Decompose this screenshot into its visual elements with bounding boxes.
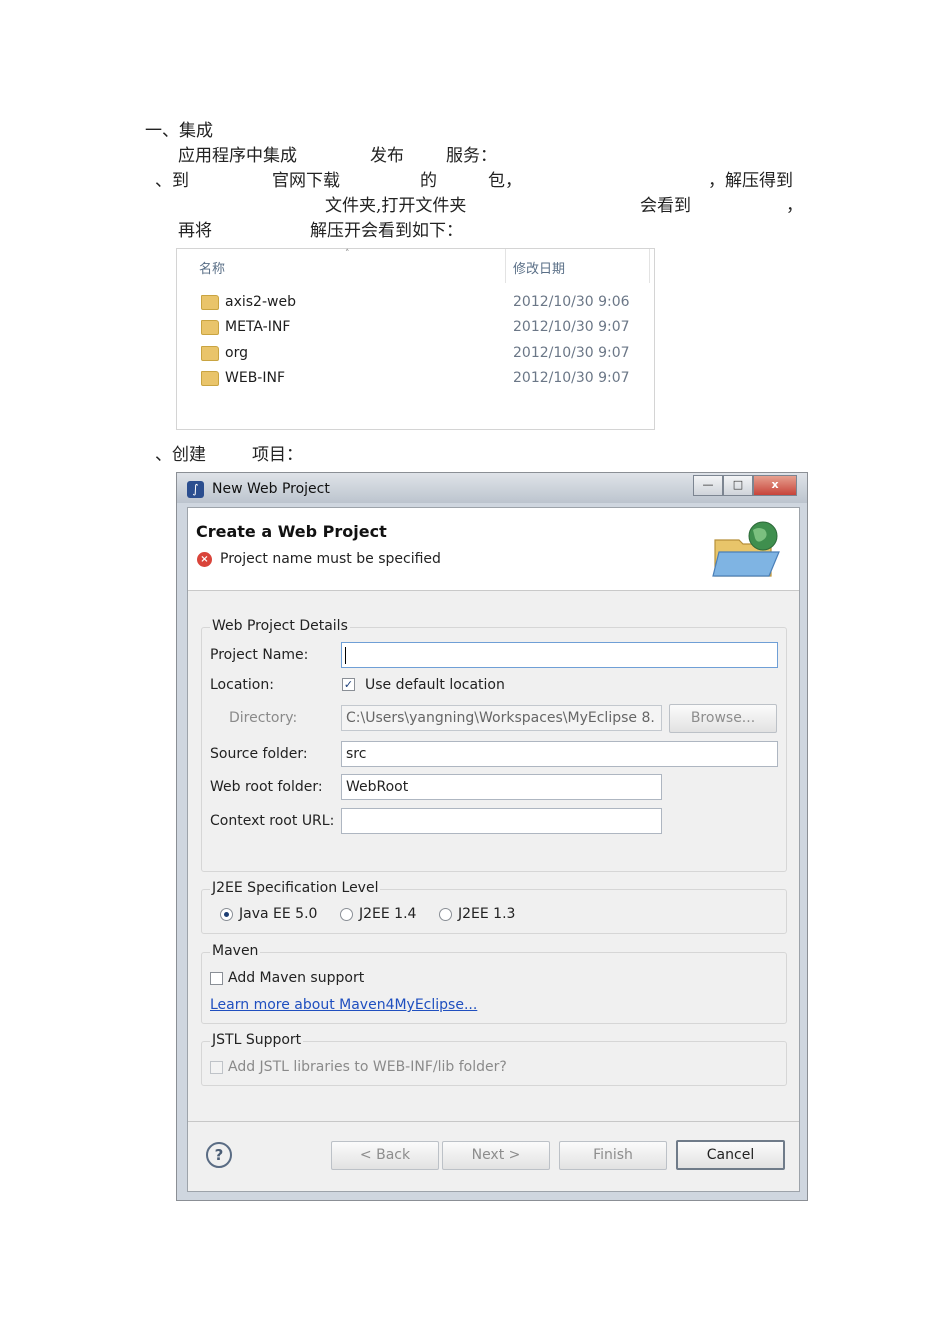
window-controls: — □ x bbox=[693, 475, 797, 496]
back-button[interactable]: < Back bbox=[331, 1141, 439, 1170]
source-folder-input[interactable]: src bbox=[341, 741, 778, 767]
maven-group: Maven Add Maven support Learn more about… bbox=[201, 943, 787, 1024]
error-message: Project name must be specified bbox=[220, 551, 441, 567]
help-icon[interactable]: ? bbox=[206, 1142, 232, 1168]
web-root-folder-label: Web root folder: bbox=[210, 779, 323, 795]
wizard-banner: Create a Web Project × Project name must… bbox=[188, 508, 799, 591]
add-maven-support-label[interactable]: Add Maven support bbox=[228, 970, 364, 986]
folder-icon bbox=[201, 295, 219, 310]
maven-learn-more-link[interactable]: Learn more about Maven4MyEclipse... bbox=[210, 997, 477, 1013]
finish-button[interactable]: Finish bbox=[559, 1141, 667, 1170]
file-name: META-INF bbox=[225, 319, 291, 335]
doc-line-3d: 包， bbox=[488, 171, 522, 191]
source-folder-label: Source folder: bbox=[210, 746, 308, 762]
group-title: Web Project Details bbox=[210, 618, 350, 634]
column-divider[interactable] bbox=[505, 249, 506, 283]
use-default-location-label[interactable]: Use default location bbox=[365, 677, 505, 693]
add-maven-support-checkbox[interactable] bbox=[210, 972, 223, 985]
error-icon: × bbox=[197, 552, 212, 567]
project-name-label: Project Name: bbox=[210, 647, 309, 663]
doc-line-3c: 的 bbox=[420, 171, 437, 191]
j2ee14-label[interactable]: J2EE 1.4 bbox=[359, 906, 416, 922]
folder-icon bbox=[201, 371, 219, 386]
doc-line-2c: 服务： bbox=[446, 146, 497, 166]
doc-line-3e: ，解压得到 bbox=[708, 171, 793, 191]
minimize-button[interactable]: — bbox=[693, 475, 723, 496]
folder-icon bbox=[201, 320, 219, 335]
wizard-title: Create a Web Project bbox=[196, 522, 387, 541]
maximize-button[interactable]: □ bbox=[723, 475, 753, 496]
j2ee14-radio[interactable] bbox=[340, 908, 353, 921]
file-date: 2012/10/30 9:07 bbox=[513, 319, 630, 335]
window-title: New Web Project bbox=[212, 481, 330, 497]
context-root-url-input[interactable] bbox=[341, 808, 662, 834]
file-row[interactable]: axis2-web 2012/10/30 9:06 bbox=[177, 291, 654, 316]
doc-line-6a: 、创建 bbox=[155, 445, 206, 465]
directory-label: Directory: bbox=[229, 710, 298, 726]
file-name: axis2-web bbox=[225, 294, 296, 310]
title-bar[interactable]: ∫ New Web Project — □ x bbox=[177, 473, 807, 503]
file-row[interactable]: WEB-INF 2012/10/30 9:07 bbox=[177, 367, 654, 392]
file-date: 2012/10/30 9:07 bbox=[513, 370, 630, 386]
add-jstl-label[interactable]: Add JSTL libraries to WEB-INF/lib folder… bbox=[228, 1059, 507, 1075]
doc-line-3b: 官网下载 bbox=[272, 171, 340, 191]
file-name: org bbox=[225, 345, 248, 361]
group-title: J2EE Specification Level bbox=[210, 880, 381, 896]
group-title: Maven bbox=[210, 943, 261, 959]
next-button[interactable]: Next > bbox=[442, 1141, 550, 1170]
explorer-header: 名称 ˄ 修改日期 bbox=[177, 249, 654, 283]
myeclipse-icon: ∫ bbox=[187, 481, 204, 498]
doc-line-3a: 、到 bbox=[155, 171, 189, 191]
file-date: 2012/10/30 9:07 bbox=[513, 345, 630, 361]
file-row[interactable]: org 2012/10/30 9:07 bbox=[177, 342, 654, 367]
doc-line-5b: 解压开会看到如下： bbox=[310, 221, 463, 241]
context-root-url-label: Context root URL: bbox=[210, 813, 335, 829]
location-label: Location: bbox=[210, 677, 274, 693]
close-button[interactable]: x bbox=[753, 475, 797, 496]
use-default-location-checkbox[interactable]: ✓ bbox=[342, 678, 355, 691]
text-caret bbox=[345, 647, 346, 664]
j2ee13-radio[interactable] bbox=[439, 908, 452, 921]
doc-line-4c: ， bbox=[786, 196, 803, 216]
button-bar-separator bbox=[188, 1121, 799, 1122]
browse-button[interactable]: Browse... bbox=[669, 704, 777, 733]
sort-arrow-icon: ˄ bbox=[345, 249, 350, 259]
doc-line-2b: 发布 bbox=[370, 146, 404, 166]
column-divider[interactable] bbox=[649, 249, 650, 283]
j2ee13-label[interactable]: J2EE 1.3 bbox=[458, 906, 515, 922]
column-name-header[interactable]: 名称 bbox=[199, 258, 225, 277]
add-jstl-checkbox[interactable] bbox=[210, 1061, 223, 1074]
cancel-button[interactable]: Cancel bbox=[676, 1140, 785, 1170]
section-heading: 一、集成 bbox=[145, 121, 213, 141]
folder-icon bbox=[201, 346, 219, 361]
group-title: JSTL Support bbox=[210, 1032, 304, 1048]
javaee5-label[interactable]: Java EE 5.0 bbox=[239, 906, 317, 922]
web-root-folder-input[interactable]: WebRoot bbox=[341, 774, 662, 800]
file-date: 2012/10/30 9:06 bbox=[513, 294, 630, 310]
doc-line-4a: 文件夹,打开文件夹 bbox=[325, 196, 467, 216]
dialog-content: Create a Web Project × Project name must… bbox=[187, 507, 800, 1192]
jstl-support-group: JSTL Support Add JSTL libraries to WEB-I… bbox=[201, 1032, 787, 1086]
file-explorer-snippet: 名称 ˄ 修改日期 axis2-web 2012/10/30 9:06 META… bbox=[176, 248, 655, 430]
j2ee-spec-level-group: J2EE Specification Level Java EE 5.0 J2E… bbox=[201, 880, 787, 934]
web-project-folder-icon bbox=[712, 521, 780, 577]
javaee5-radio[interactable] bbox=[220, 908, 233, 921]
web-project-details-group: Web Project Details Project Name: Locati… bbox=[201, 618, 787, 872]
new-web-project-dialog: ∫ New Web Project — □ x Create a Web Pro… bbox=[176, 472, 808, 1201]
file-row[interactable]: META-INF 2012/10/30 9:07 bbox=[177, 316, 654, 341]
doc-line-5a: 再将 bbox=[178, 221, 212, 241]
project-name-input[interactable] bbox=[341, 642, 778, 668]
directory-input[interactable]: C:\Users\yangning\Workspaces\MyEclipse 8… bbox=[341, 705, 662, 731]
doc-line-6b: 项目： bbox=[252, 445, 303, 465]
column-date-header[interactable]: 修改日期 bbox=[513, 258, 565, 277]
file-name: WEB-INF bbox=[225, 370, 285, 386]
doc-line-2a: 应用程序中集成 bbox=[178, 146, 297, 166]
doc-line-4b: 会看到 bbox=[640, 196, 691, 216]
